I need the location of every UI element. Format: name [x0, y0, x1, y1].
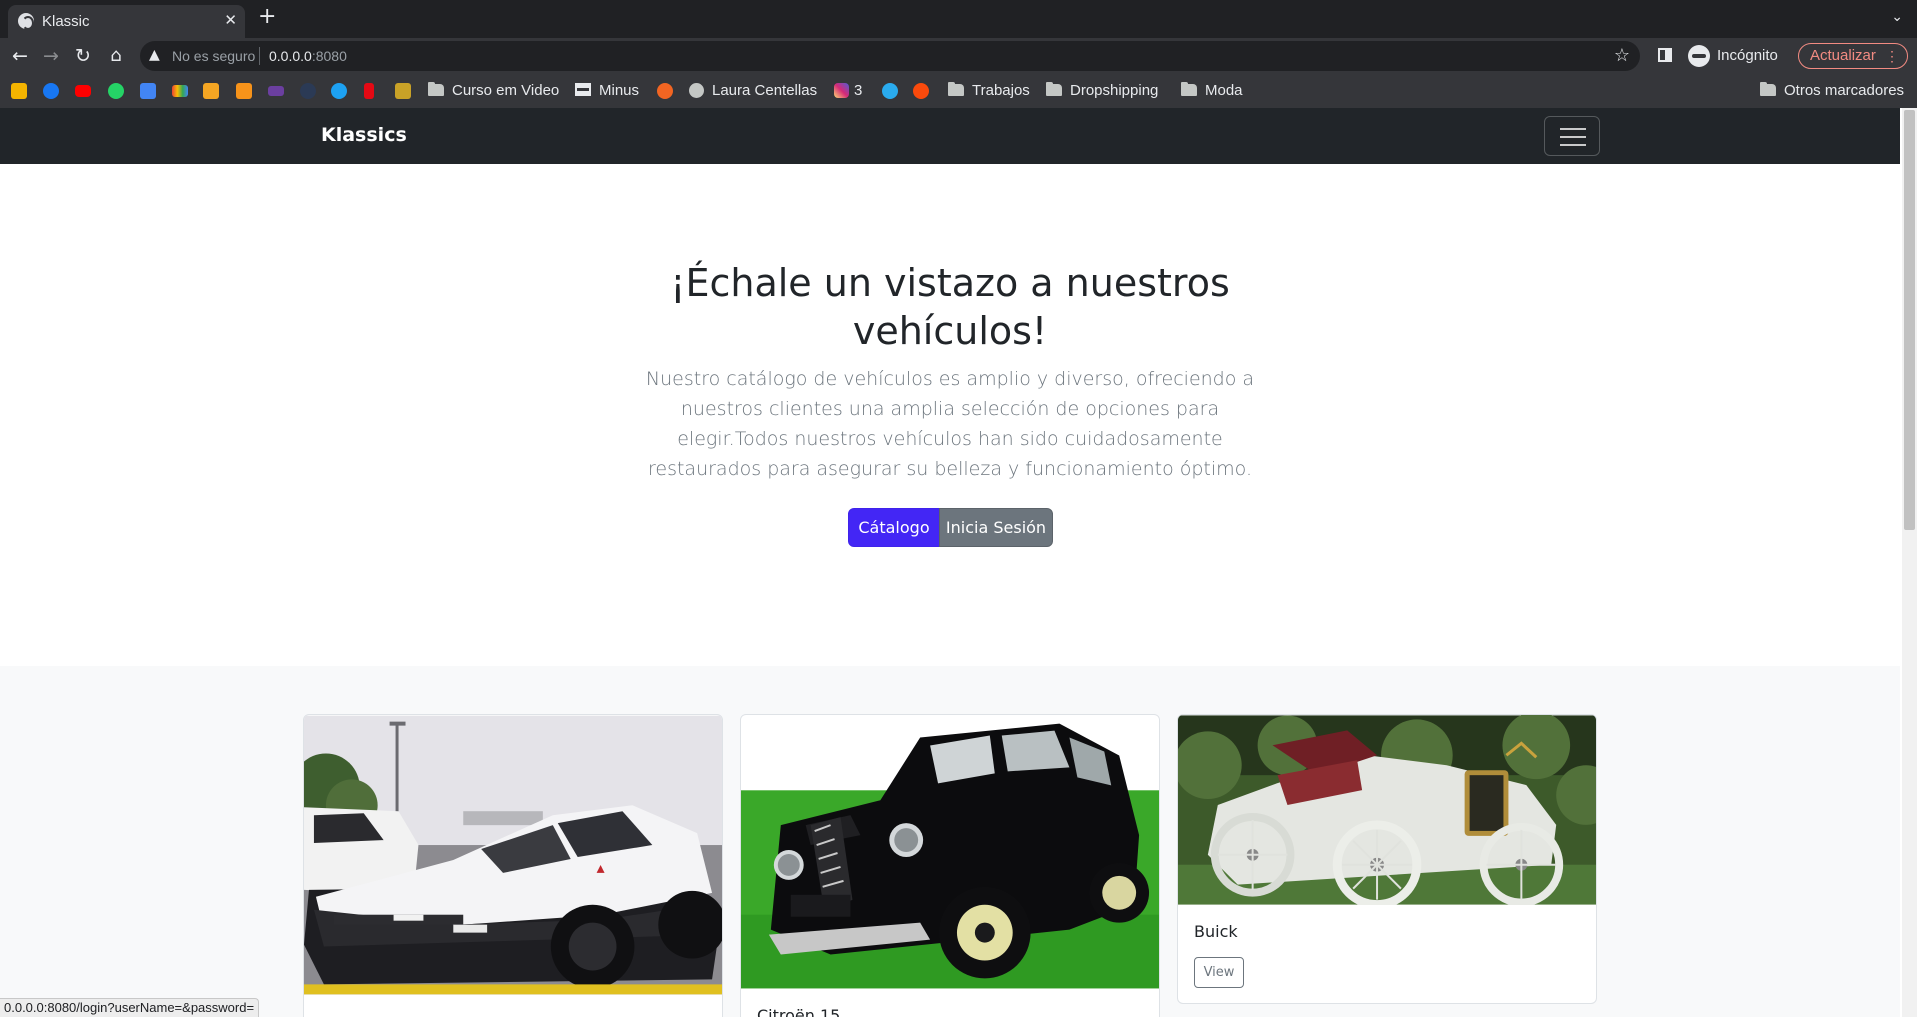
avast-icon[interactable]: [913, 83, 929, 99]
bookmark-instagram[interactable]: 3: [834, 82, 862, 99]
folder-icon: [948, 82, 964, 96]
folder-icon: [1181, 82, 1197, 96]
af-icon[interactable]: [395, 83, 411, 99]
bookmark-dropshipping[interactable]: Dropshipping: [1046, 82, 1158, 99]
catalog-button[interactable]: Cátalogo: [848, 508, 940, 547]
scrollbar-thumb[interactable]: [1904, 110, 1915, 530]
hero-section: ¡Échale un vistazo a nuestros vehículos!…: [0, 164, 1900, 666]
link-status-bar: 0.0.0.0:8080/login?userName=&password=: [0, 998, 260, 1017]
security-status[interactable]: No es seguro: [172, 48, 255, 64]
apps-icon[interactable]: [11, 83, 27, 99]
bookmark-laura-centellas[interactable]: Laura Centellas: [689, 82, 817, 99]
incognito-icon[interactable]: [1688, 45, 1710, 67]
telegram-icon[interactable]: [882, 83, 898, 99]
crunchyroll-icon[interactable]: [657, 83, 673, 99]
vehicle-album: Citroën 15 Buick View: [0, 666, 1900, 1017]
bitcoin-icon[interactable]: [236, 83, 252, 99]
login-button[interactable]: Inicia Sesión: [939, 508, 1053, 547]
whatsapp-icon[interactable]: [108, 83, 124, 99]
other-bookmarks[interactable]: Otros marcadores: [1760, 82, 1904, 99]
hero-description: Nuestro catálogo de vehículos es amplio …: [645, 368, 1255, 480]
bookmark-curso-em-video[interactable]: Curso em Video: [428, 82, 559, 99]
translate-icon[interactable]: [140, 83, 156, 99]
streaming-icon[interactable]: [268, 86, 284, 96]
bookmarks-bar: Curso em Video Minus Laura Centellas 3 T…: [0, 74, 1917, 108]
side-panel-icon[interactable]: [1658, 48, 1672, 62]
url-text[interactable]: 0.0.0.0:8080: [269, 48, 347, 64]
bookmark-trabajos[interactable]: Trabajos: [948, 82, 1030, 99]
new-tab-button[interactable]: +: [258, 6, 276, 28]
card-title: Citroën 15: [757, 1006, 841, 1017]
vehicle-card: Buick View: [1177, 714, 1597, 1004]
vehicle-image[interactable]: [741, 715, 1159, 989]
calculator-icon[interactable]: [203, 83, 219, 99]
reload-icon[interactable]: ↻: [71, 44, 95, 68]
address-bar[interactable]: ▲ No es seguro 0.0.0.0:8080 ☆: [140, 41, 1640, 71]
navbar-toggle-button[interactable]: [1544, 116, 1600, 156]
bookmark-minus[interactable]: Minus: [575, 82, 639, 99]
divider: [259, 47, 260, 65]
twitter-icon[interactable]: [331, 83, 347, 99]
site-navbar: Klassics: [0, 108, 1900, 164]
globe-icon: [18, 13, 34, 30]
bookmark-star-icon[interactable]: ☆: [1614, 45, 1630, 66]
warning-icon: ▲: [149, 47, 160, 63]
minus-icon: [575, 83, 591, 96]
vehicle-image[interactable]: [1178, 715, 1596, 905]
folder-icon: [1760, 82, 1776, 96]
hamburger-icon: [1560, 128, 1586, 130]
netflix-icon[interactable]: [364, 83, 374, 99]
moon-icon[interactable]: [300, 83, 316, 99]
incognito-label[interactable]: Incógnito: [1717, 47, 1778, 64]
home-icon[interactable]: ⌂: [104, 44, 128, 68]
back-arrow-icon[interactable]: ←: [8, 44, 32, 68]
hero-title: ¡Échale un vistazo a nuestros vehículos!: [670, 261, 1230, 353]
globe-icon: [689, 83, 704, 98]
brand-logo[interactable]: Klassics: [321, 124, 407, 146]
browser-tab[interactable]: Klassic ✕: [8, 5, 245, 38]
vehicle-card: Citroën 15: [740, 714, 1160, 1017]
folder-icon: [1046, 82, 1062, 96]
card-title: Buick: [1194, 922, 1238, 941]
tab-strip: Klassic ✕ + ⌄: [0, 0, 1917, 38]
view-button[interactable]: View: [1194, 957, 1244, 988]
vehicle-card: [303, 714, 723, 1017]
bookmark-moda[interactable]: Moda: [1181, 82, 1243, 99]
gmail-icon[interactable]: [172, 85, 188, 97]
chevron-down-icon[interactable]: ⌄: [1891, 9, 1903, 25]
update-button[interactable]: Actualizar ⋮: [1798, 43, 1908, 69]
more-options-icon: ⋮: [1885, 48, 1899, 64]
vehicle-image[interactable]: [304, 715, 722, 995]
page-scrollbar[interactable]: [1902, 108, 1917, 1017]
close-tab-icon[interactable]: ✕: [224, 11, 237, 29]
browser-toolbar: ← → ↻ ⌂ ▲ No es seguro 0.0.0.0:8080 ☆ In…: [0, 38, 1917, 74]
folder-icon: [428, 82, 444, 96]
tab-title: Klassic: [42, 13, 90, 30]
forward-arrow-icon[interactable]: →: [39, 44, 63, 68]
instagram-icon: [834, 83, 849, 98]
facebook-icon[interactable]: [43, 83, 59, 99]
youtube-icon[interactable]: [75, 85, 91, 97]
